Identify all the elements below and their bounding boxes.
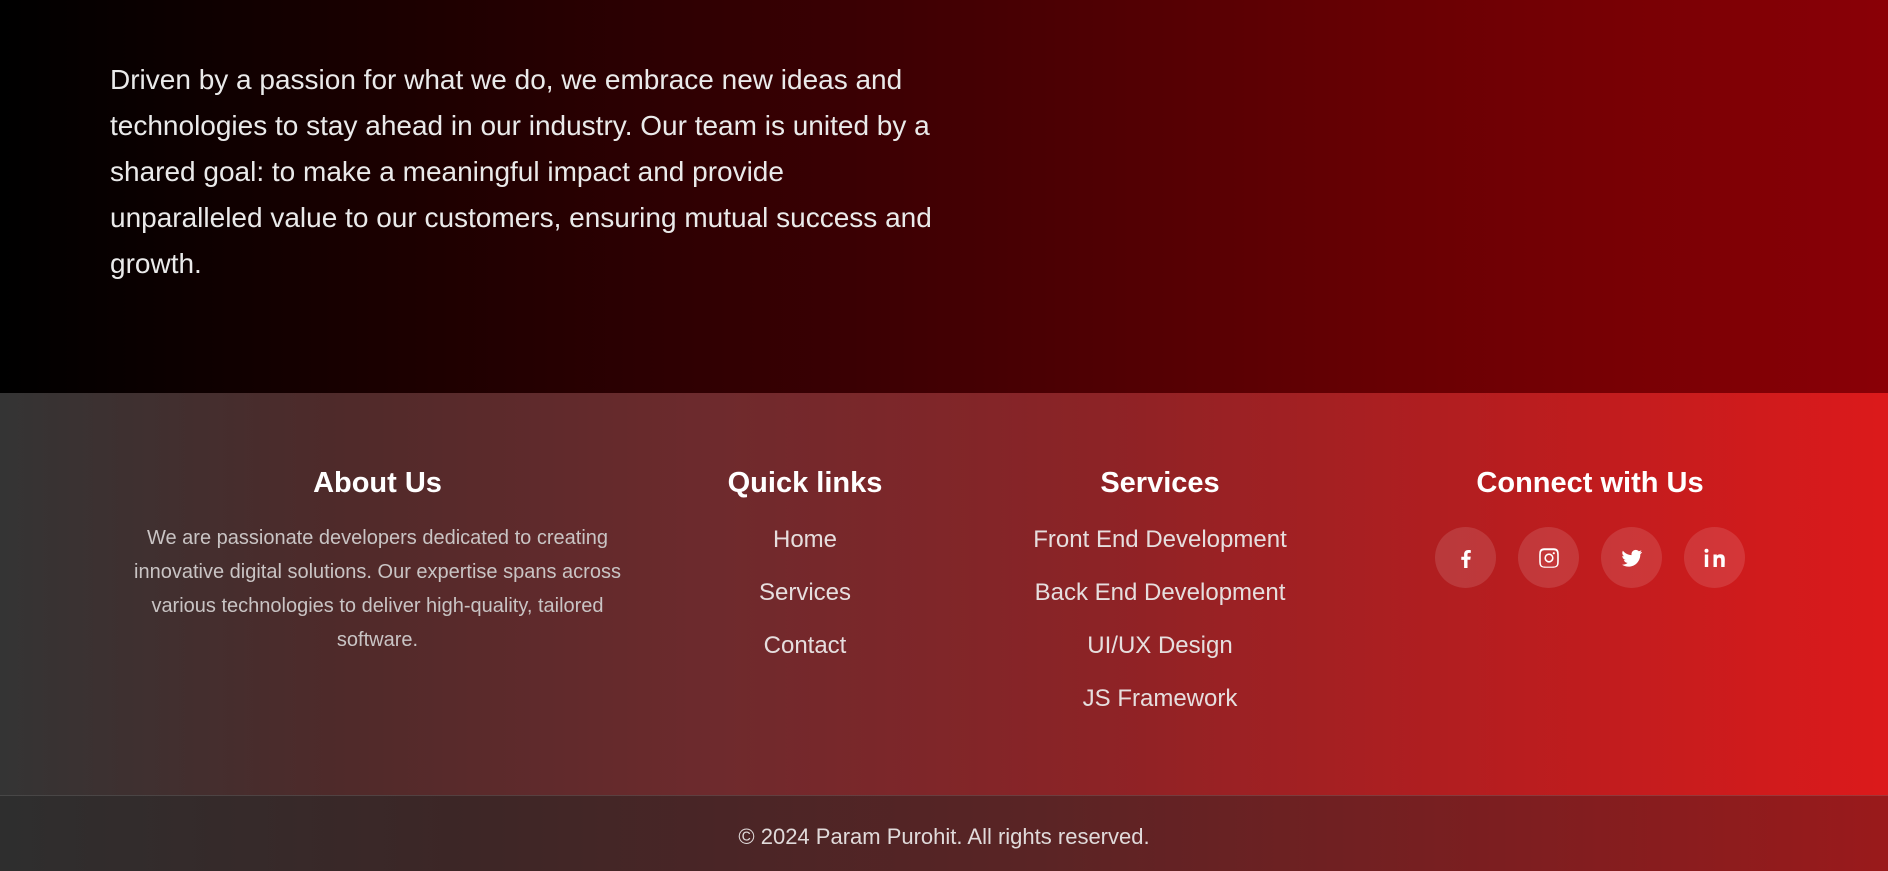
about-section: Driven by a passion for what we do, we e… [0, 0, 1888, 393]
footer-connect-title: Connect with Us [1476, 467, 1704, 499]
twitter-button[interactable] [1601, 527, 1662, 588]
footer-about-text: We are passionate developers dedicated t… [134, 527, 621, 651]
linkedin-icon [1704, 548, 1725, 567]
quick-link-home[interactable]: Home [773, 526, 837, 553]
about-partial-text [110, 0, 310, 4]
social-links [1420, 527, 1760, 588]
facebook-button[interactable] [1435, 527, 1496, 588]
linkedin-button[interactable] [1684, 527, 1745, 588]
service-item: Front End Development [1010, 525, 1310, 578]
instagram-button[interactable] [1518, 527, 1579, 588]
instagram-icon [1538, 547, 1559, 568]
service-link-front-end[interactable]: Front End Development [1033, 526, 1286, 553]
footer-connect-column: Connect with Us [1420, 463, 1760, 588]
service-item: Back End Development [1010, 578, 1310, 631]
service-item: JS Framework [1010, 684, 1310, 737]
site-footer: About Us We are passionate developers de… [0, 393, 1888, 795]
footer-bottom-bar: © 2024 Param Purohit. All rights reserve… [0, 795, 1888, 871]
footer-quick-links-column: Quick links Home Services Contact [705, 463, 905, 684]
quick-link-item: Services [705, 578, 905, 631]
facebook-icon [1460, 549, 1471, 568]
quick-links-list: Home Services Contact [705, 525, 905, 684]
service-item: UI/UX Design [1010, 631, 1310, 684]
footer-services-column: Services Front End Development Back End … [1010, 463, 1310, 737]
twitter-icon [1621, 549, 1642, 567]
service-link-back-end[interactable]: Back End Development [1035, 579, 1286, 606]
footer-services-title: Services [1100, 467, 1220, 499]
footer-about-title: About Us [313, 467, 442, 499]
service-link-ui-ux[interactable]: UI/UX Design [1087, 632, 1232, 659]
quick-link-contact[interactable]: Contact [764, 632, 847, 659]
about-paragraph: Driven by a passion for what we do, we e… [110, 64, 932, 279]
footer-about-column: About Us We are passionate developers de… [110, 463, 645, 657]
service-link-js-framework[interactable]: JS Framework [1083, 685, 1238, 712]
footer-quick-links-title: Quick links [727, 467, 883, 499]
copyright-text: © 2024 Param Purohit. All rights reserve… [738, 824, 1150, 849]
quick-link-services[interactable]: Services [759, 579, 851, 606]
services-list: Front End Development Back End Developme… [1010, 525, 1310, 737]
quick-link-item: Home [705, 525, 905, 578]
quick-link-item: Contact [705, 631, 905, 684]
